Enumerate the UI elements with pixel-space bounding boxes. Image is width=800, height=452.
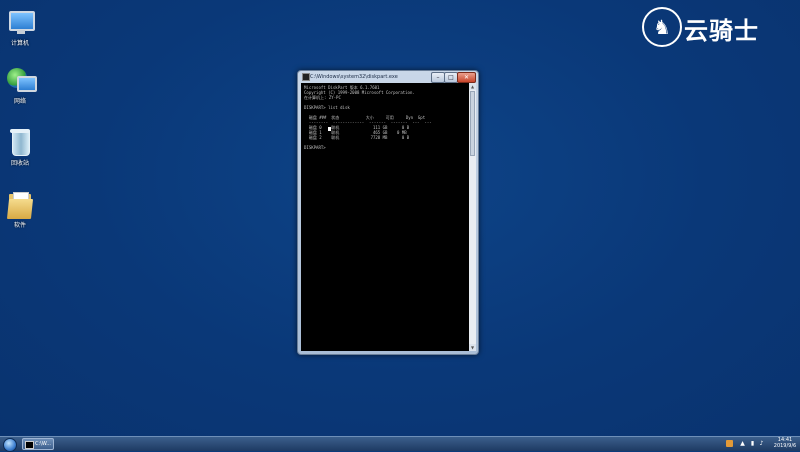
close-icon: ✕ — [463, 74, 470, 81]
volume-icon[interactable]: ♪ — [758, 440, 765, 447]
computer-icon — [5, 8, 35, 38]
taskbar-item-label: C:\W... — [35, 441, 51, 447]
recycle-bin-icon — [5, 128, 35, 158]
desktop-icon-software[interactable]: 软件 — [2, 190, 38, 229]
desktop: 计算机 网络 回收站 软件 ♞ 云骑士 C:\Windows\system32\… — [0, 0, 800, 436]
taskbar-item-diskpart[interactable]: C:\W... — [22, 438, 54, 450]
action-center-flag-icon[interactable] — [726, 440, 733, 447]
start-button[interactable] — [1, 437, 17, 452]
desktop-icon-recycle-bin[interactable]: 回收站 — [2, 128, 38, 167]
knight-icon: ♞ — [642, 7, 682, 47]
console-icon — [302, 73, 310, 81]
diskpart-window[interactable]: C:\Windows\system32\diskpart.exe – □ ✕ M… — [297, 70, 479, 355]
watermark-logo: ♞ 云骑士 — [640, 5, 790, 47]
maximize-icon: □ — [448, 74, 454, 81]
console-output[interactable]: Microsoft DiskPart 版本 6.1.7601 Copyright… — [301, 83, 469, 351]
taskbar: C:\W... ▲ ▮ ♪ 14:41 2019/9/6 — [0, 436, 800, 452]
console-text: Microsoft DiskPart 版本 6.1.7601 Copyright… — [304, 85, 432, 150]
console-icon — [25, 441, 34, 449]
scroll-up-icon[interactable]: ▲ — [469, 83, 476, 90]
scrollbar-thumb[interactable] — [470, 91, 475, 156]
desktop-icon-computer[interactable]: 计算机 — [2, 8, 38, 47]
minimize-icon: – — [436, 74, 440, 81]
desktop-icon-network[interactable]: 网络 — [2, 66, 38, 105]
desktop-icon-label: 软件 — [13, 222, 26, 229]
system-tray: ▲ ▮ ♪ 14:41 2019/9/6 — [720, 437, 800, 451]
folder-icon — [5, 190, 35, 220]
logo-text: 云骑士 — [684, 17, 759, 45]
vertical-scrollbar[interactable]: ▲ ▼ — [469, 83, 476, 351]
network-status-icon[interactable]: ▮ — [749, 440, 756, 447]
window-titlebar[interactable]: C:\Windows\system32\diskpart.exe – □ ✕ — [298, 71, 478, 83]
clock-date: 2019/9/6 — [773, 443, 797, 449]
desktop-icon-label: 计算机 — [10, 40, 29, 47]
network-icon — [5, 66, 37, 96]
close-button[interactable]: ✕ — [457, 72, 476, 83]
window-title: C:\Windows\system32\diskpart.exe — [310, 74, 398, 80]
desktop-icon-label: 网络 — [13, 98, 26, 105]
desktop-icon-label: 回收站 — [10, 160, 29, 167]
minimize-button[interactable]: – — [431, 72, 445, 83]
show-hidden-icons-icon[interactable]: ▲ — [739, 440, 746, 447]
taskbar-clock[interactable]: 14:41 2019/9/6 — [770, 437, 800, 449]
scroll-down-icon[interactable]: ▼ — [469, 344, 476, 351]
maximize-button[interactable]: □ — [444, 72, 458, 83]
mouse-cursor — [328, 127, 331, 131]
